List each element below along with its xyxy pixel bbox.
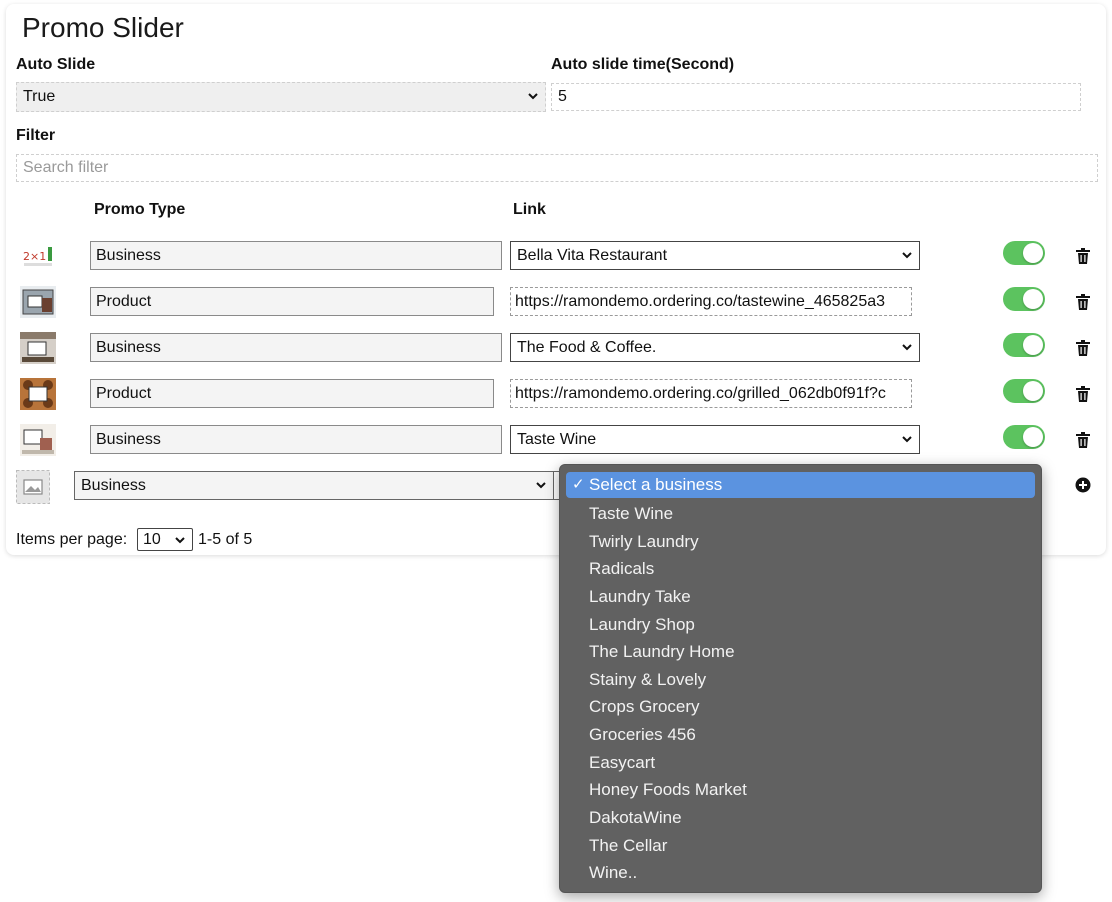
auto-slide-select[interactable]: True xyxy=(16,82,546,112)
auto-slide-time-label: Auto slide time(Second) xyxy=(551,56,735,73)
checkmark-icon: ✓ xyxy=(572,476,585,493)
trash-icon[interactable] xyxy=(1076,294,1090,310)
items-per-page-label: Items per page: xyxy=(16,531,128,548)
chevron-down-icon xyxy=(528,93,538,100)
promo-image-thumbnail[interactable] xyxy=(20,332,56,364)
dropdown-option[interactable]: Laundry Take xyxy=(589,587,691,607)
column-header-promo-type: Promo Type xyxy=(94,201,186,218)
auto-slide-label: Auto Slide xyxy=(16,56,96,73)
toggle-knob xyxy=(1023,289,1043,309)
items-per-page-select[interactable]: 10 xyxy=(137,528,193,551)
promo-type-field[interactable]: Business xyxy=(90,241,502,270)
toggle-knob xyxy=(1023,381,1043,401)
auto-slide-time-input[interactable]: 5 xyxy=(551,83,1081,111)
image-placeholder-icon[interactable] xyxy=(16,470,50,504)
link-select[interactable]: Bella Vita Restaurant xyxy=(510,241,920,270)
link-value: Taste Wine xyxy=(517,431,597,448)
promo-type-field[interactable]: Product xyxy=(90,379,494,408)
dropdown-option-label: Select a business xyxy=(589,475,723,494)
dropdown-option[interactable]: The Cellar xyxy=(589,836,667,856)
toggle-knob xyxy=(1023,243,1043,263)
dropdown-option[interactable]: Crops Grocery xyxy=(589,697,700,717)
dropdown-option[interactable]: Groceries 456 xyxy=(589,725,696,745)
chevron-down-icon xyxy=(902,252,912,259)
chevron-down-icon xyxy=(536,482,546,489)
promo-image-thumbnail[interactable] xyxy=(20,424,56,456)
svg-text:2×1: 2×1 xyxy=(23,250,46,263)
dropdown-option[interactable]: Stainy & Lovely xyxy=(589,670,706,690)
promo-image-thumbnail[interactable]: 2×1 xyxy=(20,239,56,271)
promo-type-field[interactable]: Product xyxy=(90,287,494,316)
enabled-toggle[interactable] xyxy=(1003,241,1045,265)
page-title: Promo Slider xyxy=(22,12,184,43)
filter-placeholder: Search filter xyxy=(23,159,109,176)
enabled-toggle[interactable] xyxy=(1003,379,1045,403)
dropdown-option[interactable]: Honey Foods Market xyxy=(589,780,747,800)
promo-image-thumbnail[interactable] xyxy=(20,378,56,410)
link-url-input[interactable]: https://ramondemo.ordering.co/tastewine_… xyxy=(510,287,912,316)
toggle-knob xyxy=(1023,427,1043,447)
dropdown-option[interactable]: DakotaWine xyxy=(589,808,682,828)
dropdown-option[interactable]: Wine.. xyxy=(589,863,637,883)
filter-label: Filter xyxy=(16,127,56,144)
dropdown-option[interactable]: Taste Wine xyxy=(589,504,673,524)
new-promo-type-select[interactable]: Business xyxy=(74,471,554,500)
pagination-range: 1-5 of 5 xyxy=(198,531,253,548)
link-select[interactable]: The Food & Coffee. xyxy=(510,333,920,362)
chevron-down-icon xyxy=(175,537,185,544)
enabled-toggle[interactable] xyxy=(1003,287,1045,311)
dropdown-option[interactable]: Laundry Shop xyxy=(589,615,695,635)
dropdown-option[interactable]: Twirly Laundry xyxy=(589,532,699,552)
column-header-link: Link xyxy=(513,201,546,218)
auto-slide-time-value: 5 xyxy=(558,88,567,105)
trash-icon[interactable] xyxy=(1076,248,1090,264)
filter-search-input[interactable]: Search filter xyxy=(16,154,1098,182)
auto-slide-value: True xyxy=(23,88,56,105)
promo-type-field[interactable]: Business xyxy=(90,333,502,362)
promo-type-field[interactable]: Business xyxy=(90,425,502,454)
new-promo-type-value: Business xyxy=(81,477,146,494)
enabled-toggle[interactable] xyxy=(1003,425,1045,449)
trash-icon[interactable] xyxy=(1076,386,1090,402)
promo-image-thumbnail[interactable] xyxy=(20,286,56,318)
chevron-down-icon xyxy=(902,436,912,443)
link-select[interactable]: Taste Wine xyxy=(510,425,920,454)
dropdown-option[interactable]: Easycart xyxy=(589,753,655,773)
link-value: Bella Vita Restaurant xyxy=(517,247,668,264)
link-value: The Food & Coffee. xyxy=(517,339,657,356)
toggle-knob xyxy=(1023,335,1043,355)
link-url-input[interactable]: https://ramondemo.ordering.co/grilled_06… xyxy=(510,379,912,408)
enabled-toggle[interactable] xyxy=(1003,333,1045,357)
business-dropdown-menu: ✓ Select a business Taste Wine Twirly La… xyxy=(559,464,1042,893)
trash-icon[interactable] xyxy=(1076,340,1090,356)
chevron-down-icon xyxy=(902,344,912,351)
add-circle-icon[interactable] xyxy=(1075,477,1091,493)
items-per-page-value: 10 xyxy=(143,531,161,548)
dropdown-option[interactable]: The Laundry Home xyxy=(589,642,735,662)
dropdown-option[interactable]: Radicals xyxy=(589,559,654,579)
dropdown-option-selected[interactable]: ✓ Select a business xyxy=(566,472,1035,498)
trash-icon[interactable] xyxy=(1076,432,1090,448)
